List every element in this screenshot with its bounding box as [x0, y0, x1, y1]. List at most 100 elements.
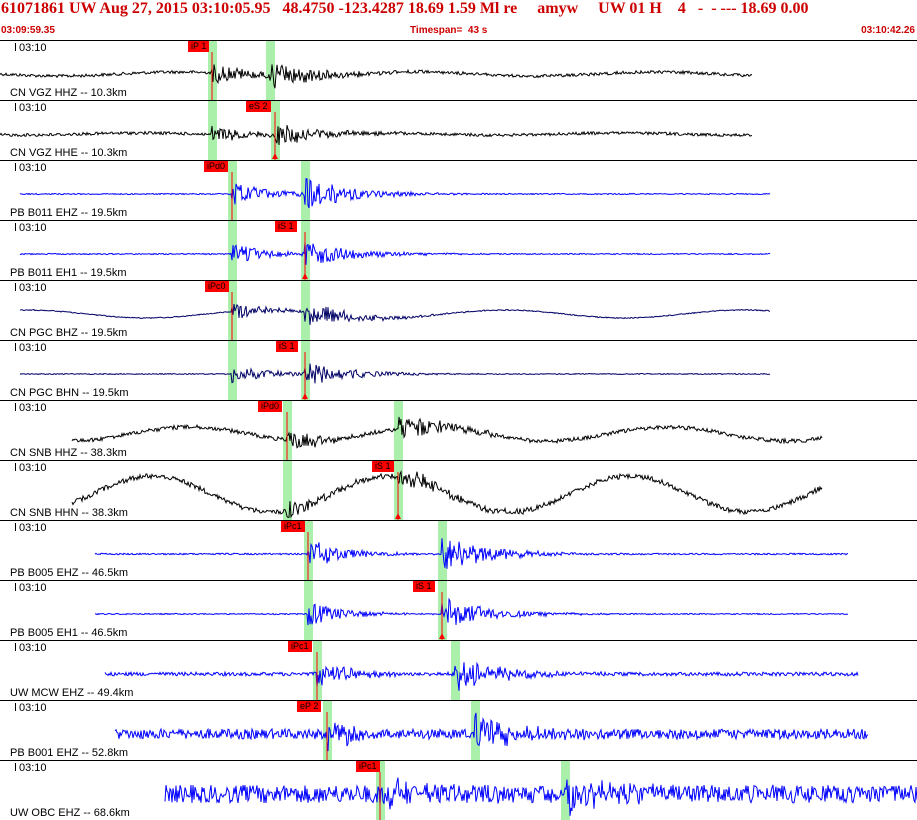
seismogram-trace	[114, 701, 869, 760]
waveform-line	[0, 64, 753, 89]
seismogram-panel[interactable]: 03:10 iPc1 UW MCW EHZ -- 49.4km	[0, 640, 917, 700]
pick-window	[471, 701, 480, 760]
seismogram-panel[interactable]: 03:10 iPd0 CN SNB HHZ -- 38.3km	[0, 400, 917, 460]
time-tick-mark	[15, 403, 16, 411]
channel-label: CN VGZ HHZ -- 10.3km	[10, 87, 127, 99]
seismogram-panel[interactable]: 03:10 iPc1 UW OBC EHZ -- 68.6km	[0, 760, 917, 820]
time-tick-label: 03:10	[19, 702, 47, 714]
channel-label: CN PGC BHZ -- 19.5km	[10, 327, 128, 339]
channel-label: CN SNB HHN -- 38.3km	[10, 507, 128, 519]
time-tick-label: 03:10	[19, 282, 47, 294]
phase-pick-flag[interactable]: iS 1	[275, 221, 297, 232]
waveform-line	[164, 777, 917, 816]
seismogram-panel[interactable]: 03:10 iPd0 PB B011 EHZ -- 19.5km	[0, 160, 917, 220]
phase-pick-flag[interactable]: eS 2	[246, 101, 271, 112]
seismogram-trace	[94, 521, 849, 580]
phase-pick-flag[interactable]: iS 1	[372, 461, 394, 472]
waveform-line	[114, 712, 869, 752]
phase-pick-flag[interactable]: iPc1	[288, 641, 312, 652]
time-tick-label: 03:10	[19, 462, 47, 474]
waveform-line	[94, 538, 849, 569]
seismogram-panel[interactable]: 03:10 iP 1 CN VGZ HHZ -- 10.3km	[0, 40, 917, 100]
seismogram-panel[interactable]: 03:10 iPc0 CN PGC BHZ -- 19.5km	[0, 280, 917, 340]
waveform-line	[0, 124, 753, 146]
time-tick-label: 03:10	[19, 522, 47, 534]
seismogram-panel[interactable]: 03:10 iS 1 PB B005 EH1 -- 46.5km	[0, 580, 917, 640]
time-tick-label: 03:10	[19, 162, 47, 174]
start-time-label: 03:09:59.35	[1, 25, 55, 36]
waveform-line	[19, 303, 771, 325]
time-tick-mark	[15, 223, 16, 231]
viewer-header: 61071861 UW Aug 27, 2015 03:10:05.95 48.…	[0, 0, 917, 40]
seismogram-trace	[94, 581, 849, 640]
seismogram-trace	[164, 761, 917, 820]
phase-pick-flag[interactable]: iS 1	[413, 581, 435, 592]
phase-pick-flag[interactable]: iPc1	[281, 521, 305, 532]
phase-pick-flag[interactable]: iPc1	[356, 761, 380, 772]
waveform-line	[71, 470, 823, 519]
seismogram-panel[interactable]: 03:10 iS 1 CN SNB HHN -- 38.3km	[0, 460, 917, 520]
seismogram-trace	[71, 401, 823, 460]
seismogram-trace	[19, 221, 771, 280]
time-tick-mark	[15, 583, 16, 591]
time-tick-mark	[15, 343, 16, 351]
event-summary-title: 61071861 UW Aug 27, 2015 03:10:05.95 48.…	[1, 0, 809, 17]
pick-window	[301, 281, 310, 340]
channel-label: CN VGZ HHE -- 10.3km	[10, 147, 128, 159]
waveform-line	[104, 661, 859, 691]
channel-label: PB B001 EHZ -- 52.8km	[10, 747, 128, 759]
waveform-line	[19, 178, 771, 209]
seismogram-panel[interactable]: 03:10 iS 1 PB B011 EH1 -- 19.5km	[0, 220, 917, 280]
seismogram-trace	[0, 41, 753, 100]
phase-pick-flag[interactable]: iS 1	[276, 341, 298, 352]
seismogram-trace	[19, 281, 771, 340]
phase-pick-flag[interactable]: iPd0	[204, 161, 229, 172]
seismogram-trace	[71, 461, 823, 520]
channel-label: PB B011 EHZ -- 19.5km	[10, 207, 128, 219]
time-tick-label: 03:10	[19, 762, 47, 774]
channel-label: PB B011 EH1 -- 19.5km	[10, 267, 127, 279]
time-tick-label: 03:10	[19, 42, 47, 54]
time-tick-label: 03:10	[19, 582, 47, 594]
end-time-label: 03:10:42.26	[861, 25, 915, 36]
time-tick-mark	[15, 283, 16, 291]
time-tick-mark	[15, 463, 16, 471]
channel-label: PB B005 EH1 -- 46.5km	[10, 627, 128, 639]
waveform-line	[19, 242, 771, 265]
seismogram-trace	[104, 641, 859, 700]
phase-pick-flag[interactable]: iP 1	[188, 41, 210, 52]
waveform-line	[71, 416, 823, 449]
time-tick-mark	[15, 643, 16, 651]
time-tick-mark	[15, 103, 16, 111]
time-tick-label: 03:10	[19, 642, 47, 654]
channel-label: UW OBC EHZ -- 68.6km	[10, 807, 130, 819]
seismogram-panel[interactable]: 03:10 iPc1 PB B005 EHZ -- 46.5km	[0, 520, 917, 580]
time-tick-label: 03:10	[19, 342, 47, 354]
seismogram-panels: 03:10 iP 1 CN VGZ HHZ -- 10.3km 03:10 eS…	[0, 40, 917, 820]
time-tick-label: 03:10	[19, 222, 47, 234]
time-tick-mark	[15, 703, 16, 711]
pick-window	[451, 641, 460, 700]
time-tick-mark	[15, 763, 16, 771]
seismogram-trace	[19, 161, 771, 220]
seismogram-panel[interactable]: 03:10 eP 2 PB B001 EHZ -- 52.8km	[0, 700, 917, 760]
waveform-line	[94, 597, 849, 626]
channel-label: CN PGC BHN -- 19.5km	[10, 387, 129, 399]
channel-label: CN SNB HHZ -- 38.3km	[10, 447, 127, 459]
phase-pick-flag[interactable]: iPd0	[258, 401, 283, 412]
channel-label: PB B005 EHZ -- 46.5km	[10, 567, 128, 579]
seismogram-trace	[19, 341, 771, 400]
pick-window	[228, 341, 237, 400]
seismogram-panel[interactable]: 03:10 eS 2 CN VGZ HHE -- 10.3km	[0, 100, 917, 160]
time-tick-mark	[15, 523, 16, 531]
phase-pick-flag[interactable]: iPc0	[205, 281, 229, 292]
seismogram-trace	[0, 101, 753, 160]
time-tick-mark	[15, 163, 16, 171]
seismogram-panel[interactable]: 03:10 iS 1 CN PGC BHN -- 19.5km	[0, 340, 917, 400]
time-tick-label: 03:10	[19, 102, 47, 114]
time-tick-label: 03:10	[19, 402, 47, 414]
timespan-label: Timespan= 43 s	[410, 25, 488, 36]
pick-window	[266, 41, 275, 100]
channel-label: UW MCW EHZ -- 49.4km	[10, 687, 134, 699]
phase-pick-flag[interactable]: eP 2	[297, 701, 322, 712]
